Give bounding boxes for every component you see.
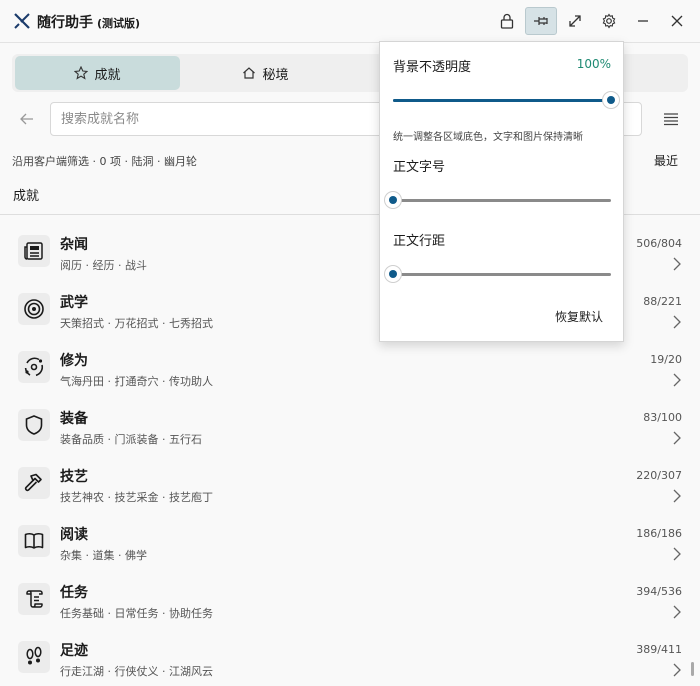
chevron-right-icon — [673, 489, 681, 503]
category-count: 83/100 — [643, 411, 682, 424]
back-arrow-icon[interactable] — [18, 110, 36, 128]
category-subtitle: 阅历 · 经历 · 战斗 — [60, 259, 147, 272]
close-button[interactable] — [661, 7, 693, 35]
category-title: 装备 — [60, 411, 88, 427]
category-count: 394/536 — [636, 585, 682, 598]
chevron-right-icon — [673, 547, 681, 561]
slider-thumb[interactable] — [385, 266, 401, 282]
expand-icon — [569, 15, 581, 27]
scrollbar[interactable] — [691, 662, 694, 676]
list-view-icon[interactable] — [662, 110, 680, 128]
category-title: 任务 — [60, 585, 88, 601]
category-row[interactable]: 技艺 技艺神农 · 技艺采金 · 技艺庖丁 220/307 — [0, 454, 700, 512]
close-icon — [671, 15, 683, 27]
category-title: 足迹 — [60, 643, 88, 659]
category-row[interactable]: 任务 任务基础 · 日常任务 · 协助任务 394/536 — [0, 570, 700, 628]
category-subtitle: 杂集 · 道集 · 佛学 — [60, 549, 147, 562]
minimize-icon — [638, 20, 648, 22]
font-size-slider[interactable] — [385, 192, 611, 208]
footprints-icon — [18, 641, 50, 673]
category-count: 19/20 — [650, 353, 682, 366]
tab-label: 成就 — [94, 67, 121, 83]
category-title: 杂闻 — [60, 237, 88, 253]
category-row[interactable]: 装备 装备品质 · 门派装备 · 五行石 83/100 — [0, 396, 700, 454]
category-title: 技艺 — [60, 469, 88, 485]
category-count: 220/307 — [636, 469, 682, 482]
category-subtitle: 技艺神农 · 技艺采金 · 技艺庖丁 — [60, 491, 213, 504]
pin-button[interactable] — [525, 7, 557, 35]
category-count: 389/411 — [636, 643, 682, 656]
filter-summary: 沿用客户端筛选 · 0 项 · 陆洞 · 幽月轮 — [12, 155, 197, 168]
sort-dropdown[interactable]: 最近 — [654, 152, 678, 169]
category-row[interactable]: 阅读 杂集 · 道集 · 佛学 186/186 — [0, 512, 700, 570]
category-subtitle: 气海丹田 · 打通奇穴 · 传功助人 — [60, 375, 213, 388]
pin-icon — [534, 17, 548, 25]
expand-button[interactable] — [559, 7, 591, 35]
tab-label: 秘境 — [262, 67, 289, 83]
opacity-label: 背景不透明度 — [393, 60, 472, 75]
category-subtitle: 天策招式 · 万花招式 · 七秀招式 — [60, 317, 213, 330]
category-subtitle: 任务基础 · 日常任务 · 协助任务 — [60, 607, 213, 620]
chevron-right-icon — [673, 373, 681, 387]
star-icon — [74, 66, 89, 80]
lock-button[interactable] — [491, 7, 523, 35]
category-title: 修为 — [60, 353, 88, 369]
slider-thumb[interactable] — [603, 92, 619, 108]
chevron-right-icon — [673, 257, 681, 271]
category-title: 阅读 — [60, 527, 88, 543]
reset-defaults-button[interactable]: 恢复默认 — [555, 308, 603, 325]
slider-track — [393, 199, 611, 202]
opacity-slider[interactable] — [393, 92, 619, 108]
hammer-icon — [18, 467, 50, 499]
home-icon — [243, 67, 256, 79]
font-size-label: 正文字号 — [393, 160, 446, 175]
opacity-value: 100% — [576, 57, 611, 71]
app-logo-icon — [14, 13, 30, 29]
app-title: 随行助手 (测试版) — [37, 15, 141, 31]
slider-fill — [393, 99, 611, 102]
category-row[interactable]: 足迹 行走江湖 · 行侠仗义 · 江湖风云 389/411 — [0, 628, 700, 686]
category-title: 武学 — [60, 295, 88, 311]
chevron-right-icon — [673, 605, 681, 619]
target-icon — [18, 293, 50, 325]
category-count: 186/186 — [636, 527, 682, 540]
gear-icon — [602, 13, 616, 29]
chevron-right-icon — [673, 663, 681, 677]
category-count: 88/221 — [643, 295, 682, 308]
newspaper-icon — [18, 235, 50, 267]
settings-button[interactable] — [593, 7, 625, 35]
slider-thumb[interactable] — [385, 192, 401, 208]
book-icon — [18, 525, 50, 557]
title-bar: 随行助手 (测试版) — [0, 0, 700, 43]
orbit-icon — [18, 351, 50, 383]
opacity-note: 统一调整各区域底色，文字和图片保持清晰 — [393, 132, 583, 143]
section-title: 成就 — [13, 189, 40, 204]
shield-icon — [18, 409, 50, 441]
category-row[interactable]: 修为 气海丹田 · 打通奇穴 · 传功助人 19/20 — [0, 338, 700, 396]
lock-icon — [500, 13, 514, 29]
chevron-right-icon — [673, 315, 681, 329]
category-subtitle: 装备品质 · 门派装备 · 五行石 — [60, 433, 202, 446]
tab-secret-realm[interactable]: 秘境 — [183, 56, 348, 90]
category-count: 506/804 — [636, 237, 682, 250]
category-subtitle: 行走江湖 · 行侠仗义 · 江湖风云 — [60, 665, 213, 678]
tab-achievements[interactable]: 成就 — [15, 56, 180, 90]
scroll-icon — [18, 583, 50, 615]
app-subtitle: (测试版) — [97, 17, 141, 30]
appearance-popup: 背景不透明度 100% 统一调整各区域底色，文字和图片保持清晰 正文字号 正文行… — [379, 41, 624, 342]
chevron-right-icon — [673, 431, 681, 445]
minimize-button[interactable] — [627, 7, 659, 35]
line-spacing-label: 正文行距 — [393, 234, 446, 249]
line-spacing-slider[interactable] — [385, 266, 611, 282]
slider-track — [393, 273, 611, 276]
